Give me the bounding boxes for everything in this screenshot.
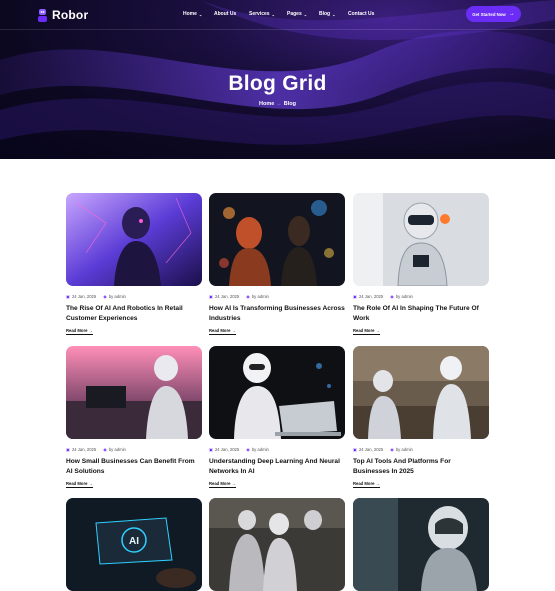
blog-card: AI [66, 498, 202, 591]
arrow-right-icon: → [276, 101, 282, 107]
read-more-link[interactable]: Read More → [209, 328, 236, 335]
post-image[interactable] [353, 498, 489, 591]
read-more-link[interactable]: Read More → [66, 481, 93, 488]
post-title[interactable]: How AI Is Transforming Businesses Across… [209, 304, 345, 323]
arrow-right-icon: → [88, 328, 93, 333]
post-image[interactable] [66, 193, 202, 286]
post-image[interactable] [66, 346, 202, 439]
post-image[interactable] [353, 193, 489, 286]
svg-text:AI: AI [129, 536, 139, 547]
chevron-down-icon: ⌄ [271, 11, 275, 17]
user-icon: ◉ [390, 294, 394, 299]
nav-item-services[interactable]: Services ⌄ [249, 11, 287, 17]
nav-item-contact[interactable]: Contact Us [348, 11, 374, 17]
breadcrumb: Home → Blog [0, 101, 555, 107]
post-title[interactable]: The Role Of AI In Shaping The Future Of … [353, 304, 489, 323]
blog-card [353, 498, 489, 591]
blog-card: ▣ 24 Jan, 2025 ◉ by admin Top AI Tools And… [353, 346, 489, 488]
calendar-icon: ▣ [209, 294, 213, 299]
nav-item-pages[interactable]: Pages ⌄ [287, 11, 319, 17]
get-started-button[interactable]: Get Started Now → [466, 6, 521, 22]
chevron-down-icon: ⌄ [303, 11, 308, 17]
nav-menu: Home ⌄ About Us Services ⌄ Pages ⌄ Blog ⌄ Co… [183, 11, 374, 17]
post-image[interactable] [209, 193, 345, 286]
brand-name: Robor [52, 8, 89, 22]
blog-card: ▣ 24 Jan, 2025 ◉ by admin The Rise Of AI A… [66, 193, 202, 335]
blog-card: ▣ 24 Jan, 2025 ◉ by admin The Role Of AI I… [353, 193, 489, 335]
nav-item-home[interactable]: Home ⌄ [183, 11, 214, 17]
breadcrumb-current: Blog [283, 101, 296, 107]
robot-logo-icon [38, 8, 47, 22]
calendar-icon: ▣ [353, 294, 357, 299]
post-meta: ▣ 24 Jan, 2025 ◉ by admin [66, 294, 126, 299]
chevron-down-icon: ⌄ [332, 11, 336, 17]
calendar-icon: ▣ [353, 447, 357, 452]
nav-item-about[interactable]: About Us [214, 11, 249, 17]
blog-card: ▣ 24 Jan, 2025 ◉ by admin Understanding De… [209, 346, 345, 488]
page-title: Blog Grid [228, 72, 327, 95]
post-meta: ▣ 24 Jan, 2025 ◉ by admin [209, 294, 269, 299]
chevron-down-icon: ⌄ [198, 11, 203, 17]
post-title[interactable]: The Rise Of AI And Robotics In Retail Cu… [66, 304, 202, 323]
calendar-icon: ▣ [66, 447, 70, 452]
post-meta: ▣ 24 Jan, 2025 ◉ by admin [209, 447, 269, 452]
read-more-link[interactable]: Read More → [353, 328, 380, 335]
arrow-right-icon: → [231, 481, 236, 486]
blog-card [209, 498, 345, 591]
post-image[interactable] [209, 498, 345, 591]
arrow-right-icon: → [508, 11, 515, 17]
read-more-link[interactable]: Read More → [66, 328, 93, 335]
post-title[interactable]: Top AI Tools And Platforms For Businesse… [353, 457, 489, 476]
user-icon: ◉ [103, 294, 107, 299]
user-icon: ◉ [103, 447, 107, 452]
read-more-link[interactable]: Read More → [209, 481, 236, 488]
arrow-right-icon: → [88, 481, 93, 486]
user-icon: ◉ [390, 447, 394, 452]
post-image[interactable]: AI [66, 498, 202, 591]
calendar-icon: ▣ [66, 294, 70, 299]
post-image[interactable] [209, 346, 345, 439]
post-meta: ▣ 24 Jan, 2025 ◉ by admin [353, 447, 413, 452]
main-navigation: Robor Home ⌄ About Us Services ⌄ Pages ⌄ Bl… [0, 0, 555, 29]
user-icon: ◉ [246, 447, 250, 452]
calendar-icon: ▣ [209, 447, 213, 452]
arrow-right-icon: → [375, 481, 380, 486]
blog-card: ▣ 24 Jan, 2025 ◉ by admin How Small Busine… [66, 346, 202, 488]
breadcrumb-home[interactable]: Home [259, 101, 274, 107]
nav-divider [0, 29, 555, 30]
blog-card: ▣ 24 Jan, 2025 ◉ by admin How AI Is Transf… [209, 193, 345, 335]
arrow-right-icon: → [231, 328, 236, 333]
brand-logo[interactable]: Robor [37, 8, 88, 22]
read-more-link[interactable]: Read More → [353, 481, 380, 488]
post-title[interactable]: Understanding Deep Learning And Neural N… [209, 457, 345, 476]
page-header-hero: Robor Home ⌄ About Us Services ⌄ Pages ⌄ Bl… [0, 0, 555, 159]
nav-item-blog[interactable]: Blog ⌄ [319, 11, 348, 17]
post-meta: ▣ 24 Jan, 2025 ◉ by admin [353, 294, 413, 299]
post-image[interactable] [353, 346, 489, 439]
arrow-right-icon: → [375, 328, 380, 333]
post-meta: ▣ 24 Jan, 2025 ◉ by admin [66, 447, 126, 452]
post-title[interactable]: How Small Businesses Can Benefit From AI… [66, 457, 202, 476]
user-icon: ◉ [246, 294, 250, 299]
